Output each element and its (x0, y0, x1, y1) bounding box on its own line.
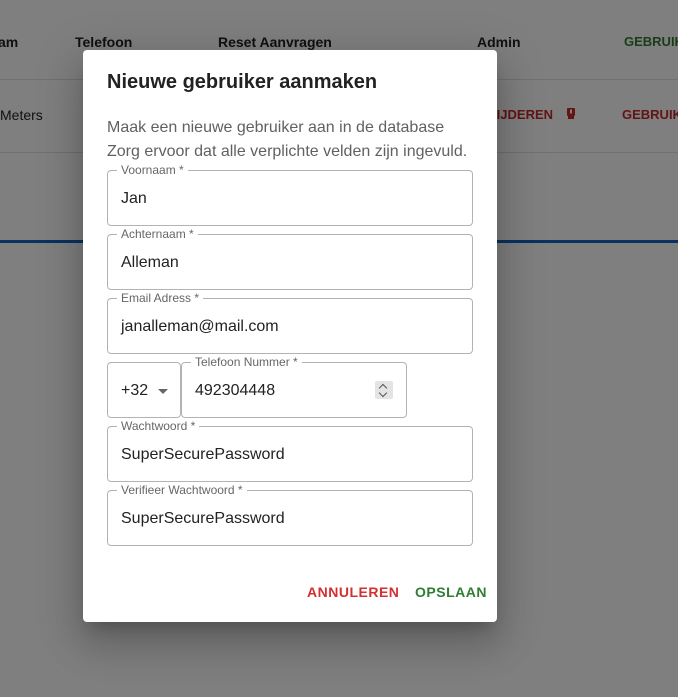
firstname-field[interactable]: Voornaam * Jan (107, 163, 473, 226)
save-button[interactable]: OPSLAAN (415, 584, 487, 600)
dialog-description-line1: Maak een nieuwe gebruiker aan in de data… (107, 119, 445, 136)
number-spinner-icon[interactable] (375, 381, 393, 399)
email-field[interactable]: Email Adress * janalleman@mail.com (107, 291, 473, 354)
cancel-button[interactable]: ANNULEREN (307, 584, 399, 600)
create-user-dialog: Nieuwe gebruiker aanmaken Maak een nieuw… (83, 50, 497, 622)
password-verify-field[interactable]: Verifieer Wachtwoord * SuperSecurePasswo… (107, 483, 473, 546)
phone-value: 492304448 (195, 382, 276, 399)
country-code-value: +32 (121, 382, 149, 399)
password-verify-value: SuperSecurePassword (121, 510, 285, 527)
password-field[interactable]: Wachtwoord * SuperSecurePassword (107, 419, 473, 482)
dialog-description-line2: Zorg ervoor dat alle verplichte velden z… (107, 143, 468, 160)
lastname-value: Alleman (121, 254, 179, 271)
email-value: janalleman@mail.com (121, 318, 279, 335)
email-label: Email Adress * (117, 291, 204, 305)
phone-label: Telefoon Nummer * (191, 355, 302, 369)
dialog-title: Nieuwe gebruiker aanmaken (107, 71, 378, 93)
phone-field[interactable]: Telefoon Nummer * 492304448 (181, 355, 407, 418)
lastname-field[interactable]: Achternaam * Alleman (107, 227, 473, 290)
firstname-label: Voornaam * (117, 163, 188, 177)
country-code-select[interactable]: +32 (107, 362, 181, 418)
password-label: Wachtwoord * (117, 419, 200, 433)
firstname-value: Jan (121, 190, 147, 207)
password-verify-label: Verifieer Wachtwoord * (117, 483, 247, 497)
lastname-label: Achternaam * (117, 227, 198, 241)
password-value: SuperSecurePassword (121, 446, 285, 463)
dialog-description: Maak een nieuwe gebruiker aan in de data… (107, 116, 487, 164)
chevron-down-icon (158, 389, 168, 394)
